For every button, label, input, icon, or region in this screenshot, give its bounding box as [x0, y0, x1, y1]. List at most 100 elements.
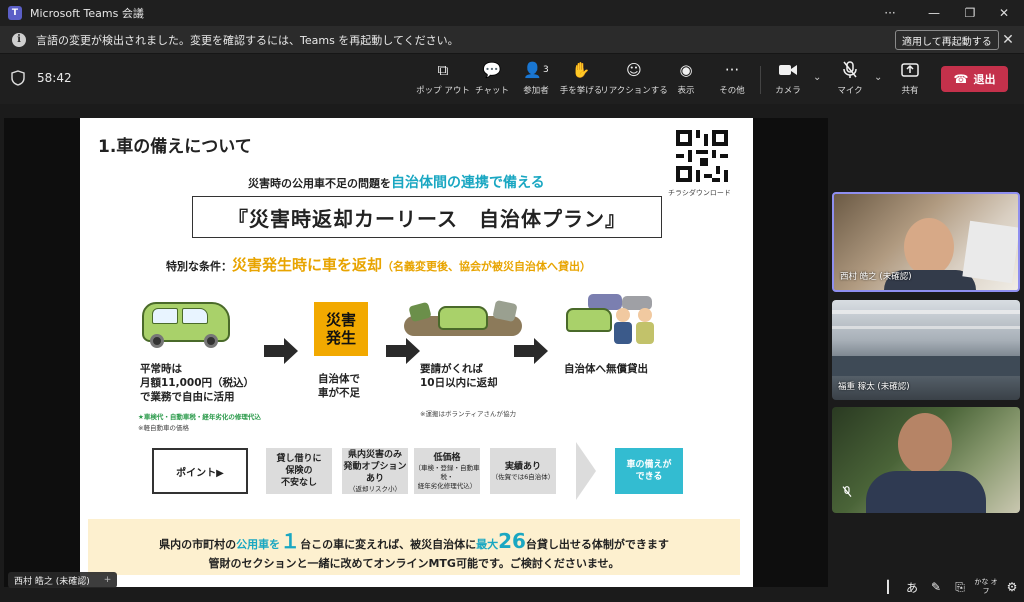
- step1-price-note: ※軽自動車の価格: [138, 424, 189, 432]
- flow-arrow-icon: [514, 338, 548, 364]
- view-button[interactable]: ◉ 表示: [668, 60, 704, 100]
- qr-code-icon: [676, 130, 728, 182]
- close-window-button[interactable]: ✕: [982, 0, 1024, 26]
- flow-arrow-icon: [386, 338, 420, 364]
- popout-button[interactable]: ⧉ ポップ アウト: [416, 60, 470, 100]
- footer-line-2: 管財のセクションと一緒に改めてオンラインMTG可能です。ご検討くださいませ。: [208, 557, 620, 570]
- smile-icon: ☺: [626, 61, 642, 79]
- teams-logo-icon: T: [8, 6, 22, 20]
- raise-hand-button[interactable]: ✋ 手を挙げる: [558, 60, 604, 100]
- camera-icon: [779, 60, 797, 80]
- participant-video: [832, 310, 1020, 314]
- window-more-icon[interactable]: ···: [868, 0, 912, 26]
- point-low-price: 低価格 （車検・登録・自動車税・ 経年劣化修理代込）: [414, 448, 480, 494]
- shared-slide: 1.車の備えについて チラシダウンロード 災害時の公用車不足の問題を自治体間の連…: [80, 118, 753, 587]
- toolbar-divider: [760, 66, 761, 94]
- step1-included-note: ★車検代・自動車税・経年劣化の修理代込: [138, 413, 261, 421]
- slide-title: 1.車の備えについて: [98, 137, 252, 157]
- step3-transport-note: ※運搬はボランティアさんが協力: [420, 410, 517, 418]
- ime-toolbar: ┃ あ ✎ ⎘ かな オフ ⚙: [876, 574, 1024, 600]
- camera-label: カメラ: [775, 86, 801, 96]
- ime-pad-icon[interactable]: ✎: [924, 575, 948, 599]
- ime-kana-off-button[interactable]: かな オフ: [972, 575, 1000, 599]
- meeting-timer: 58:42: [37, 71, 72, 85]
- chevron-arrow-icon: [576, 442, 596, 500]
- react-button[interactable]: ☺ リアクションする: [600, 60, 668, 100]
- ime-settings-icon[interactable]: ⚙: [1000, 575, 1024, 599]
- share-label: 共有: [901, 86, 919, 96]
- participant-name: 福重 稼太 (未確認): [838, 382, 910, 392]
- participant-video: [832, 326, 1020, 329]
- view-icon: ◉: [679, 61, 693, 79]
- participant-tile[interactable]: [832, 407, 1020, 513]
- view-label: 表示: [677, 86, 695, 96]
- point-insurance: 貸し借りに 保険の 不安なし: [266, 448, 332, 494]
- more-icon: ···: [724, 61, 740, 79]
- step2-text: 自治体で 車が不足: [318, 373, 360, 399]
- leave-label: 退出: [973, 73, 996, 86]
- meeting-toolbar: 58:42 ⧉ ポップ アウト 💬 チャット 👤 3 参加者 ✋ 手を挙げる ☺ …: [0, 54, 1024, 104]
- title-bar: T Microsoft Teams 会議 ··· — ❐ ✕: [0, 0, 1024, 26]
- popout-icon: ⧉: [437, 61, 449, 79]
- phone-hangup-icon: ☎: [953, 72, 969, 86]
- popout-label: ポップ アウト: [416, 86, 470, 96]
- notification-message: 言語の変更が検出されました。変更を確認するには、Teams を再起動してください…: [36, 33, 459, 47]
- disaster-scene-illustration: [404, 299, 522, 340]
- ime-hiragana-button[interactable]: あ: [900, 575, 924, 599]
- flow-arrow-icon: [264, 338, 298, 364]
- plan-banner: 『災害時返却カーリース 自治体プラン』: [192, 196, 662, 238]
- point-track-record: 実績あり （佐賀では6自治体）: [490, 448, 556, 494]
- chat-label: チャット: [475, 86, 509, 96]
- participant-video: [832, 356, 1020, 376]
- step1-text: 平常時は 月額11,000円（税込） で業務で自由に活用: [140, 363, 255, 403]
- share-button[interactable]: 共有: [892, 60, 928, 100]
- mic-options-chevron-icon[interactable]: ⌄: [874, 72, 882, 83]
- plus-icon[interactable]: +: [104, 575, 112, 585]
- ready-box: 車の備えが できる: [615, 448, 683, 494]
- chat-icon: 💬: [482, 61, 502, 79]
- leave-button[interactable]: ☎ 退出: [941, 66, 1008, 92]
- participant-video: [898, 413, 952, 475]
- participant-name: 西村 皓之 (未確認): [840, 272, 912, 282]
- step4-text: 自治体へ無償貸出: [564, 363, 648, 375]
- raise-hand-label: 手を挙げる: [559, 86, 603, 96]
- point-label-box: ポイント▶: [152, 448, 248, 494]
- mic-label: マイク: [837, 86, 863, 96]
- presenter-name-tag[interactable]: 西村 皓之 (未確認) +: [8, 572, 118, 588]
- participant-tile[interactable]: 福重 稼太 (未確認): [832, 300, 1020, 400]
- chat-button[interactable]: 💬 チャット: [470, 60, 514, 100]
- slide-subtitle: 災害時の公用車不足の問題を自治体間の連携で備える: [248, 175, 545, 191]
- participant-video: [962, 220, 1018, 284]
- more-label: その他: [719, 86, 745, 96]
- react-label: リアクションする: [600, 86, 668, 96]
- info-icon: i: [12, 32, 26, 47]
- qr-code-label: チラシダウンロード: [668, 189, 731, 197]
- lending-illustration: [566, 294, 666, 350]
- special-condition: 特別な条件：災害発生時に車を返却（名義変更後、協会が被災自治体へ貸出）: [166, 256, 592, 274]
- ime-handle-icon[interactable]: ┃: [876, 575, 900, 599]
- mic-button[interactable]: マイク: [830, 60, 870, 100]
- shared-screen-stage: 1.車の備えについて チラシダウンロード 災害時の公用車不足の問題を自治体間の連…: [4, 118, 828, 587]
- apply-restart-button[interactable]: 適用して再起動する: [895, 30, 999, 50]
- disaster-occurrence-box: 災害 発生: [314, 302, 368, 356]
- participant-video: [904, 218, 954, 276]
- slide-footer: 県内の市町村の公用車を１台この車に変えれば、被災自治体に最大26台貸し出せる体制…: [88, 519, 740, 575]
- car-illustration: [138, 302, 234, 352]
- more-button[interactable]: ··· その他: [712, 60, 752, 100]
- step3-text: 要請がくれば 10日以内に返却: [420, 363, 498, 389]
- teams-meeting-window: T Microsoft Teams 会議 ··· — ❐ ✕ i 言語の変更が検…: [0, 0, 1024, 602]
- people-label: 参加者: [523, 86, 549, 96]
- shield-icon: [11, 70, 25, 86]
- hand-icon: ✋: [571, 61, 591, 79]
- mic-off-icon: [842, 486, 852, 501]
- share-icon: [901, 60, 919, 80]
- camera-options-chevron-icon[interactable]: ⌄: [813, 72, 821, 83]
- ime-dictionary-icon[interactable]: ⎘: [948, 575, 972, 599]
- footer-line-1: 県内の市町村の公用車を１台この車に変えれば、被災自治体に最大26台貸し出せる体制…: [159, 529, 669, 553]
- people-button[interactable]: 👤 3 参加者: [516, 60, 556, 100]
- point-prefecture-option: 県内災害のみ 発動オプションあり （返却リスク小）: [342, 448, 408, 494]
- close-notification-icon[interactable]: ✕: [998, 30, 1018, 50]
- participant-tile[interactable]: 西村 皓之 (未確認): [832, 192, 1020, 292]
- mic-off-icon: [843, 60, 857, 80]
- camera-button[interactable]: カメラ: [768, 60, 808, 100]
